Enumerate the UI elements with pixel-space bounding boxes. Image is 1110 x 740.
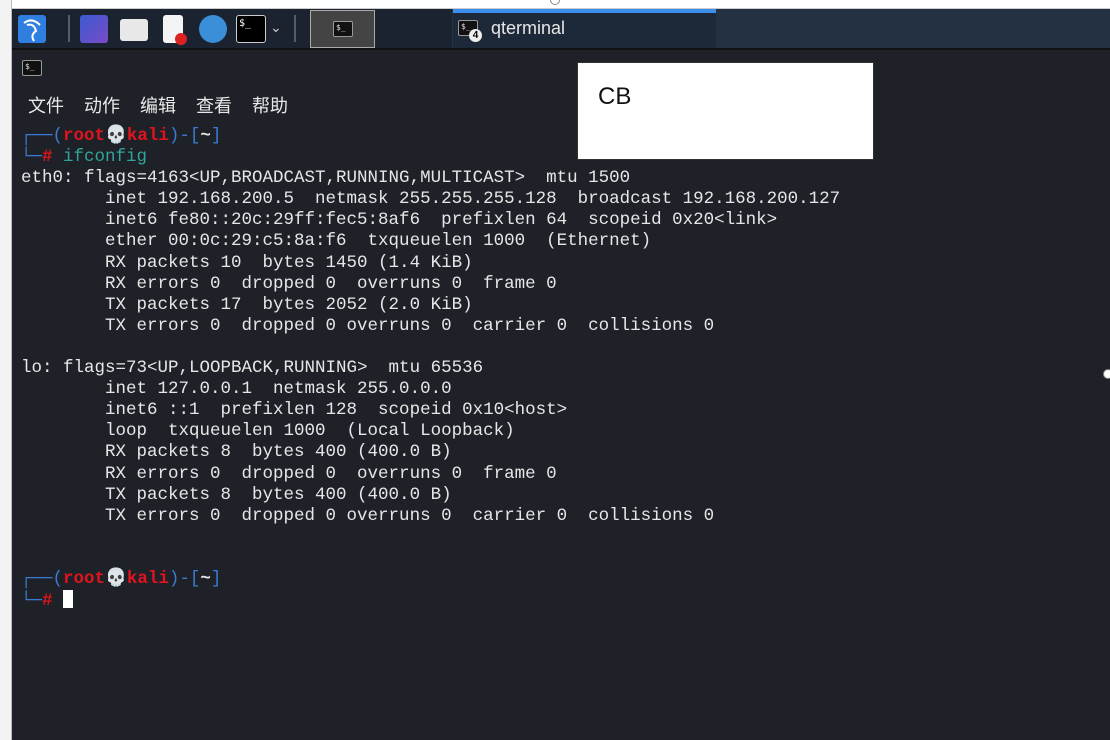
terminal-output[interactable]: ┌──(root💀kali)-[~] └─# ifconfig eth0: fl… xyxy=(21,126,840,612)
window-terminal-icon: $_ xyxy=(22,60,42,76)
workspace-button[interactable]: $_ xyxy=(310,10,375,48)
output-line: inet6 fe80::20c:29ff:fec5:8af6 prefixlen… xyxy=(21,210,778,231)
output-line: RX errors 0 dropped 0 overruns 0 frame 0 xyxy=(21,463,557,484)
menu-view[interactable]: 查看 xyxy=(196,96,232,116)
prompt-host: kali xyxy=(126,568,169,589)
prompt-dir: ~ xyxy=(200,126,211,146)
output-line: ether 00:0c:29:c5:8a:f6 txqueuelen 1000 … xyxy=(21,231,652,252)
output-line: TX errors 0 dropped 0 overruns 0 carrier… xyxy=(21,315,715,336)
active-indicator xyxy=(453,9,716,13)
desktop-icon[interactable] xyxy=(80,15,108,43)
menu-actions[interactable]: 动作 xyxy=(84,96,120,116)
web-browser-icon[interactable] xyxy=(199,15,227,43)
terminal-icon: $_ xyxy=(333,21,353,37)
prompt-symbol: # xyxy=(42,147,53,168)
output-line: loop txqueuelen 1000 (Local Loopback) xyxy=(21,421,515,442)
output-line: inet 127.0.0.1 netmask 255.0.0.0 xyxy=(21,379,452,400)
command: ifconfig xyxy=(63,147,148,168)
output-line: RX errors 0 dropped 0 overruns 0 frame 0 xyxy=(21,273,557,294)
prompt-symbol: # xyxy=(42,591,53,612)
menu-file[interactable]: 文件 xyxy=(28,96,64,116)
menu-bar: 文件 动作 编辑 查看 帮助 xyxy=(28,92,308,118)
output-line: TX packets 8 bytes 400 (400.0 B) xyxy=(21,484,452,505)
menu-edit[interactable]: 编辑 xyxy=(140,96,176,116)
terminal-launcher-icon[interactable]: $_ xyxy=(236,15,266,43)
output-line: eth0: flags=4163<UP,BROADCAST,RUNNING,MU… xyxy=(21,168,631,189)
separator xyxy=(68,15,70,42)
output-line: lo: flags=73<UP,LOOPBACK,RUNNING> mtu 65… xyxy=(21,358,484,379)
file-manager-icon[interactable] xyxy=(120,19,148,41)
overlay-textbox[interactable]: CB xyxy=(577,62,874,160)
kali-menu-icon[interactable] xyxy=(18,15,46,43)
task-count-badge: 4 xyxy=(469,29,482,42)
output-line: TX packets 17 bytes 2052 (2.0 KiB) xyxy=(21,294,473,315)
prompt-host: kali xyxy=(126,126,169,146)
text-cursor xyxy=(63,590,74,609)
overlay-text: CB xyxy=(598,83,632,110)
output-line: RX packets 10 bytes 1450 (1.4 KiB) xyxy=(21,252,473,273)
resize-handle[interactable] xyxy=(1103,369,1110,379)
text-editor-icon[interactable] xyxy=(163,15,187,45)
separator xyxy=(294,15,296,42)
taskbar: $_ ⌄ $_ $_ 4 qterminal xyxy=(12,9,1110,50)
task-qterminal[interactable]: $_ 4 qterminal xyxy=(453,9,716,48)
chevron-down-icon[interactable]: ⌄ xyxy=(270,19,282,36)
task-label: qterminal xyxy=(491,18,566,38)
menu-help[interactable]: 帮助 xyxy=(252,96,288,116)
output-line: inet6 ::1 prefixlen 128 scopeid 0x10<hos… xyxy=(21,400,568,421)
prompt-user: root xyxy=(63,568,106,589)
prompt-user: root xyxy=(63,126,106,146)
left-edge xyxy=(0,0,12,740)
output-line: TX errors 0 dropped 0 overruns 0 carrier… xyxy=(21,505,715,526)
output-line: inet 192.168.200.5 netmask 255.255.255.1… xyxy=(21,189,841,210)
prompt-dir: ~ xyxy=(200,568,211,589)
output-line: RX packets 8 bytes 400 (400.0 B) xyxy=(21,442,452,463)
